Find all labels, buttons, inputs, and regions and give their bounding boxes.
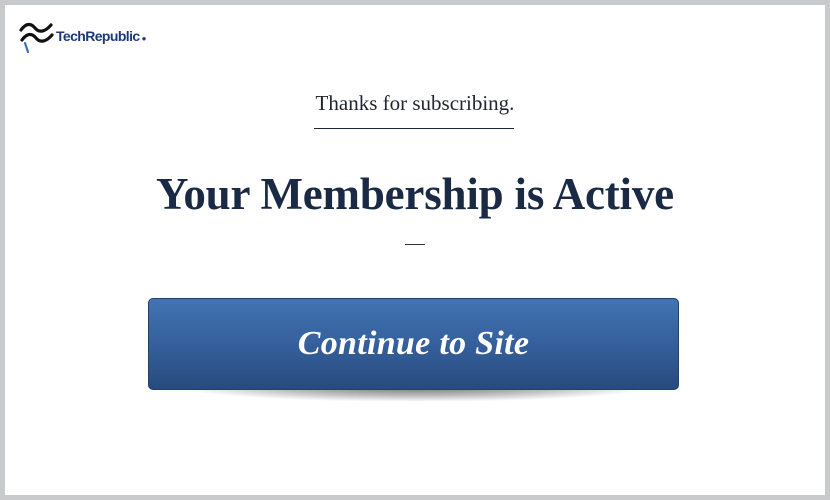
continue-button-label: Continue to Site (297, 325, 530, 362)
continue-to-site-button[interactable]: Continue to Site (148, 298, 679, 390)
logo-wordmark: TechRepublic (56, 28, 140, 44)
logo-registered-mark: ● (141, 33, 147, 43)
techrepublic-wave-icon (19, 22, 54, 53)
page-title: Your Membership is Active (156, 169, 674, 219)
subtitle-underline-divider (314, 128, 514, 129)
headline-divider (405, 244, 425, 245)
page-container: TechRepublic ● Thanks for subscribing. Y… (5, 5, 825, 495)
subscription-thanks-text: Thanks for subscribing. (315, 91, 515, 115)
techrepublic-logo[interactable]: TechRepublic ● (19, 21, 146, 53)
